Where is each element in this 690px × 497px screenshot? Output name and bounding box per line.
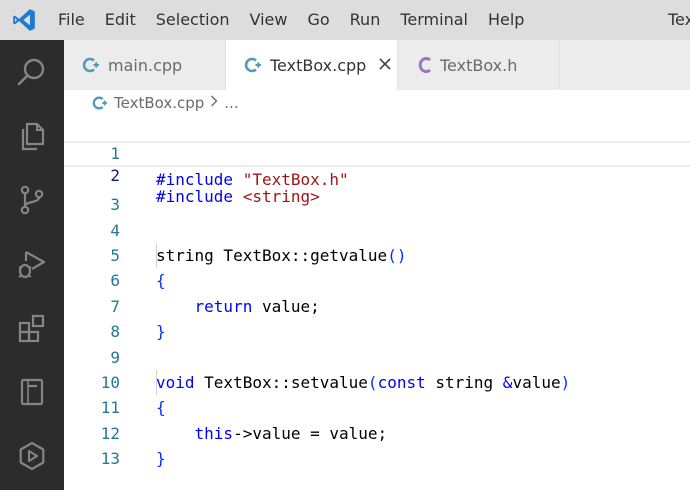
tab-label: TextBox.cpp	[270, 55, 367, 75]
menu-run[interactable]: Run	[340, 0, 391, 40]
menu-help[interactable]: Help	[478, 0, 534, 40]
files-icon	[21, 122, 45, 151]
menu-go[interactable]: Go	[297, 0, 339, 40]
window-title: Tex	[668, 10, 690, 29]
code-line[interactable]: 1 #include "TextBox.h"	[64, 116, 690, 188]
live-share-icon[interactable]	[0, 424, 64, 488]
chevron-right-icon	[210, 95, 218, 111]
code-line[interactable]: 5 {	[64, 218, 690, 290]
code-line[interactable]: 11 this->value = value;	[64, 370, 690, 442]
code-line[interactable]: 6 return value;	[64, 243, 690, 315]
menu-edit[interactable]: Edit	[95, 0, 146, 40]
menu-terminal[interactable]: Terminal	[390, 0, 478, 40]
run-debug-icon[interactable]	[0, 232, 64, 296]
code-line[interactable]: 13	[64, 421, 690, 468]
code-line[interactable]: 10 {	[64, 345, 690, 417]
search-icon	[17, 58, 45, 86]
tab-label: main.cpp	[108, 55, 183, 75]
line-code: }	[156, 446, 166, 471]
cpp-file-icon	[244, 56, 262, 74]
code-line[interactable]: 4 string TextBox::getvalue()	[64, 192, 690, 265]
breadcrumb-more[interactable]: ...	[224, 94, 238, 112]
activity-bar	[0, 40, 64, 490]
c-header-file-icon	[418, 56, 432, 74]
blocks-icon	[18, 314, 45, 343]
tab-main-cpp[interactable]: main.cpp	[64, 40, 226, 90]
extensions-icon[interactable]	[0, 296, 64, 360]
git-branch-icon	[20, 185, 44, 215]
menu-bar: File Edit Selection View Go Run Terminal…	[48, 0, 534, 40]
title-bar: File Edit Selection View Go Run Terminal…	[0, 0, 690, 40]
breadcrumb: TextBox.cpp ...	[64, 90, 690, 116]
tab-bar: main.cpp TextBox.cpp TextBox.h	[64, 40, 690, 90]
code-line[interactable]: 12 }	[64, 395, 690, 468]
menu-file[interactable]: File	[48, 0, 95, 40]
breadcrumb-file[interactable]: TextBox.cpp	[114, 94, 204, 112]
remote-explorer-icon[interactable]	[0, 360, 64, 424]
menu-view[interactable]: View	[240, 0, 298, 40]
cpp-file-icon	[82, 56, 100, 74]
explorer-icon[interactable]	[0, 104, 64, 168]
code-line-current[interactable]: 2 #include <string>	[64, 141, 690, 206]
code-line[interactable]: 7 }	[64, 268, 690, 341]
source-control-icon[interactable]	[0, 168, 64, 232]
code-editor[interactable]: 1 #include "TextBox.h" 2 #include <strin…	[64, 116, 690, 490]
debug-icon	[18, 251, 46, 279]
code-line[interactable]: 8	[64, 294, 690, 341]
token-bracket: }	[156, 449, 166, 469]
close-icon[interactable]	[378, 55, 392, 76]
tab-label: TextBox.h	[440, 55, 518, 75]
code-line[interactable]: 9 void TextBox::setvalue(const string &v…	[64, 319, 690, 392]
cpp-file-icon	[92, 95, 108, 111]
menu-selection[interactable]: Selection	[146, 0, 240, 40]
tab-textbox-cpp[interactable]: TextBox.cpp	[226, 40, 398, 90]
code-line[interactable]: 3	[64, 167, 690, 214]
tab-textbox-h[interactable]: TextBox.h	[398, 40, 560, 90]
explorer-search-icon[interactable]	[0, 40, 64, 104]
vscode-logo-icon	[0, 0, 48, 40]
book-icon	[20, 378, 44, 406]
line-number: 13	[100, 449, 120, 469]
hexagon-play-icon	[19, 441, 45, 471]
